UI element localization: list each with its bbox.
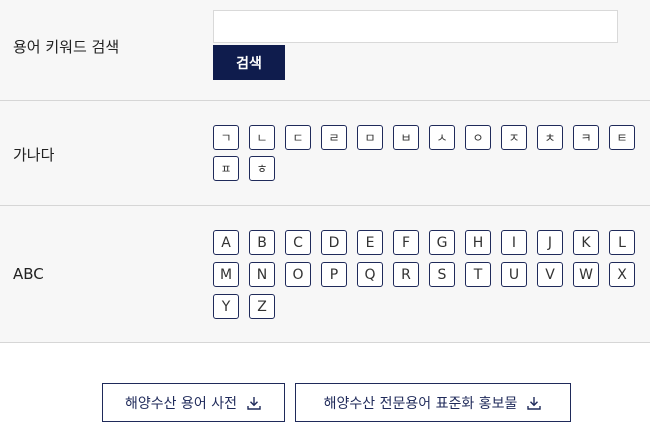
alpha-index-key[interactable]: A xyxy=(213,230,239,255)
korean-index-key[interactable]: ㅊ xyxy=(537,125,563,150)
alpha-index-key[interactable]: H xyxy=(465,230,491,255)
term-search-panel: 용어 키워드 검색 검색 가나다 ㄱ ㄴ ㄷ ㄹ ㅁ ㅂ ㅅ ㅇ ㅈ ㅊ ㅋ ㅌ… xyxy=(0,0,650,343)
alpha-index-key[interactable]: X xyxy=(609,262,635,287)
alpha-index-key[interactable]: V xyxy=(537,262,563,287)
korean-index-row: 가나다 ㄱ ㄴ ㄷ ㄹ ㅁ ㅂ ㅅ ㅇ ㅈ ㅊ ㅋ ㅌ ㅍ ㅎ xyxy=(0,101,650,206)
alpha-index-key[interactable]: N xyxy=(249,262,275,287)
alpha-index-key[interactable]: Q xyxy=(357,262,383,287)
alpha-index-key[interactable]: K xyxy=(573,230,599,255)
korean-index-key[interactable]: ㅁ xyxy=(357,125,383,150)
korean-index-key[interactable]: ㄷ xyxy=(285,125,311,150)
alpha-index-key[interactable]: O xyxy=(285,262,311,287)
korean-index-key[interactable]: ㅍ xyxy=(213,156,239,181)
alpha-index-label: ABC xyxy=(13,265,44,283)
keyword-search-input[interactable] xyxy=(213,10,618,43)
alpha-index-key[interactable]: S xyxy=(429,262,455,287)
alpha-index-key[interactable]: T xyxy=(465,262,491,287)
alpha-index-key[interactable]: B xyxy=(249,230,275,255)
korean-index-key[interactable]: ㅋ xyxy=(573,125,599,150)
alpha-index-key[interactable]: G xyxy=(429,230,455,255)
alpha-index-keys: A B C D E F G H I J K L M N O P Q R S T … xyxy=(213,230,643,319)
alpha-index-key[interactable]: I xyxy=(501,230,527,255)
keyword-search-row: 용어 키워드 검색 검색 xyxy=(0,0,650,101)
korean-index-key[interactable]: ㅎ xyxy=(249,156,275,181)
download-promo-label: 해양수산 전문용어 표준화 홍보물 xyxy=(323,395,518,412)
search-button[interactable]: 검색 xyxy=(213,45,285,80)
keyword-search-label: 용어 키워드 검색 xyxy=(13,38,120,56)
download-icon xyxy=(246,395,262,411)
korean-index-key[interactable]: ㅇ xyxy=(465,125,491,150)
alpha-index-key[interactable]: R xyxy=(393,262,419,287)
alpha-index-key[interactable]: C xyxy=(285,230,311,255)
download-icon xyxy=(526,395,542,411)
download-dictionary-button[interactable]: 해양수산 용어 사전 xyxy=(102,383,285,422)
alpha-index-key[interactable]: E xyxy=(357,230,383,255)
alpha-index-key[interactable]: U xyxy=(501,262,527,287)
korean-index-label: 가나다 xyxy=(13,146,55,164)
alpha-index-row: ABC A B C D E F G H I J K L M N O P Q R … xyxy=(0,206,650,342)
korean-index-key[interactable]: ㅈ xyxy=(501,125,527,150)
korean-index-key[interactable]: ㅌ xyxy=(609,125,635,150)
korean-index-key[interactable]: ㅂ xyxy=(393,125,419,150)
download-dictionary-label: 해양수산 용어 사전 xyxy=(125,395,237,412)
korean-index-key[interactable]: ㅅ xyxy=(429,125,455,150)
alpha-index-key[interactable]: P xyxy=(321,262,347,287)
alpha-index-key[interactable]: J xyxy=(537,230,563,255)
korean-index-key[interactable]: ㄴ xyxy=(249,125,275,150)
korean-index-key[interactable]: ㄱ xyxy=(213,125,239,150)
alpha-index-key[interactable]: D xyxy=(321,230,347,255)
korean-index-key[interactable]: ㄹ xyxy=(321,125,347,150)
alpha-index-key[interactable]: M xyxy=(213,262,239,287)
alpha-index-key[interactable]: Y xyxy=(213,294,239,319)
alpha-index-key[interactable]: L xyxy=(609,230,635,255)
alpha-index-key[interactable]: F xyxy=(393,230,419,255)
korean-index-keys: ㄱ ㄴ ㄷ ㄹ ㅁ ㅂ ㅅ ㅇ ㅈ ㅊ ㅋ ㅌ ㅍ ㅎ xyxy=(213,125,643,181)
alpha-index-key[interactable]: W xyxy=(573,262,599,287)
alpha-index-key[interactable]: Z xyxy=(249,294,275,319)
download-promo-button[interactable]: 해양수산 전문용어 표준화 홍보물 xyxy=(295,383,571,422)
